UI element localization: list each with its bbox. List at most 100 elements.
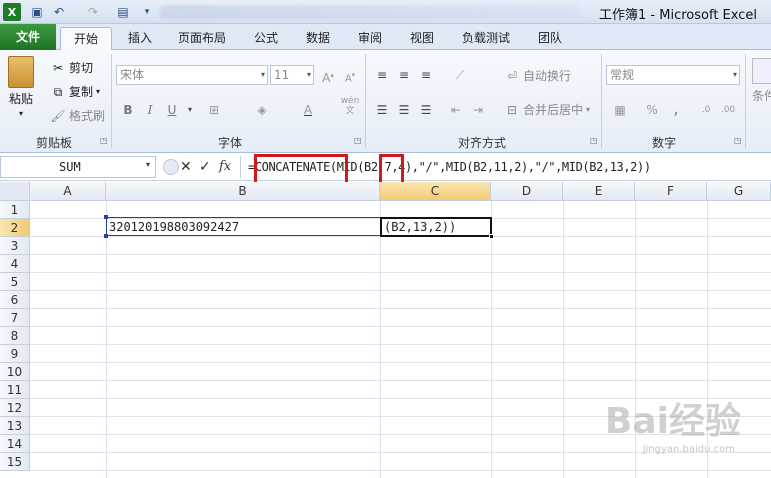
merge-center-button[interactable]: ⊟ 合并后居中 ▾ bbox=[504, 101, 590, 118]
font-name-combo[interactable]: 宋体 ▾ bbox=[116, 65, 268, 85]
tab-page-layout[interactable]: 页面布局 bbox=[166, 27, 238, 50]
undo-icon[interactable]: ↶ bbox=[50, 3, 68, 21]
decrease-decimal-icon[interactable]: .00 bbox=[718, 100, 738, 120]
phonetic-label: wén bbox=[340, 96, 360, 106]
select-all-corner[interactable] bbox=[0, 182, 30, 201]
row-header[interactable]: 15 bbox=[0, 453, 30, 471]
percent-button[interactable]: % bbox=[642, 100, 662, 120]
row-gridline bbox=[30, 272, 771, 273]
borders-icon[interactable]: ⊞ bbox=[204, 100, 224, 120]
underline-dropdown-icon[interactable]: ▾ bbox=[180, 100, 200, 120]
tab-view[interactable]: 视图 bbox=[398, 27, 446, 50]
column-header-f[interactable]: F bbox=[635, 182, 707, 201]
name-box[interactable]: SUM bbox=[0, 156, 156, 178]
formula-bar-resize-icon[interactable] bbox=[163, 159, 179, 175]
row-header[interactable]: 10 bbox=[0, 363, 30, 381]
fill-handle-icon[interactable] bbox=[489, 234, 494, 239]
increase-indent-icon[interactable]: ⇥ bbox=[468, 100, 488, 120]
align-bottom-icon[interactable]: ≡ bbox=[416, 65, 436, 85]
row-header[interactable]: 8 bbox=[0, 327, 30, 345]
conditional-format-label: 条件 bbox=[752, 89, 771, 103]
tab-team[interactable]: 团队 bbox=[526, 27, 574, 50]
clipboard-launcher-icon[interactable]: ◳ bbox=[100, 136, 108, 145]
column-header-e[interactable]: E bbox=[563, 182, 635, 201]
italic-button[interactable]: I bbox=[140, 100, 160, 120]
name-box-dropdown-icon[interactable]: ▾ bbox=[146, 160, 150, 169]
title-bar: X ▣ ↶ ↷ ▤ ▾ 工作簿1 - Microsoft Excel bbox=[0, 0, 771, 24]
cancel-icon[interactable]: ✕ bbox=[180, 159, 192, 175]
tab-load-test[interactable]: 负载测试 bbox=[450, 27, 522, 50]
ref-handle-icon bbox=[104, 215, 108, 219]
row-header[interactable]: 14 bbox=[0, 435, 30, 453]
print-preview-icon[interactable]: ▤ bbox=[114, 3, 132, 21]
row-header[interactable]: 1 bbox=[0, 201, 30, 219]
cell-b2[interactable]: 320120198803092427 bbox=[109, 218, 239, 236]
tab-data[interactable]: 数据 bbox=[294, 27, 342, 50]
row-gridline bbox=[30, 326, 771, 327]
align-center-icon[interactable]: ☰ bbox=[394, 100, 414, 120]
wrap-text-button[interactable]: ⏎ 自动换行 bbox=[504, 67, 571, 84]
row-header[interactable]: 12 bbox=[0, 399, 30, 417]
currency-icon[interactable]: ▦ bbox=[610, 100, 630, 120]
tab-home[interactable]: 开始 bbox=[60, 27, 112, 51]
paste-button[interactable]: 粘贴 ▾ bbox=[8, 56, 34, 118]
copy-button[interactable]: ⧉ 复制 ▾ bbox=[50, 83, 100, 100]
font-launcher-icon[interactable]: ◳ bbox=[354, 136, 362, 145]
formula-input[interactable]: =CONCATENATE(MID(B2,7,4),"/",MID(B2,11,2… bbox=[240, 156, 771, 178]
column-header-d[interactable]: D bbox=[491, 182, 563, 201]
format-painter-button[interactable]: 🖌 格式刷 bbox=[50, 107, 105, 124]
tab-formulas[interactable]: 公式 bbox=[242, 27, 290, 50]
column-header-g[interactable]: G bbox=[707, 182, 771, 201]
column-header-b[interactable]: B bbox=[106, 182, 380, 201]
row-header[interactable]: 7 bbox=[0, 309, 30, 327]
orientation-icon[interactable]: ⟋ bbox=[450, 65, 470, 85]
number-launcher-icon[interactable]: ◳ bbox=[734, 136, 742, 145]
row-header[interactable]: 4 bbox=[0, 255, 30, 273]
row-header[interactable]: 11 bbox=[0, 381, 30, 399]
paste-label: 粘贴 bbox=[8, 92, 33, 106]
column-header-c[interactable]: C bbox=[380, 182, 491, 201]
row-gridline bbox=[30, 344, 771, 345]
row-header[interactable]: 9 bbox=[0, 345, 30, 363]
grow-font-icon[interactable]: A▴ bbox=[318, 65, 338, 85]
watermark-logo: Bai经验 bbox=[605, 392, 741, 444]
brush-icon: 🖌 bbox=[50, 108, 66, 123]
cut-button[interactable]: ✂ 剪切 bbox=[50, 59, 93, 76]
font-color-icon[interactable]: A bbox=[298, 100, 318, 120]
align-right-icon[interactable]: ☰ bbox=[416, 100, 436, 120]
redo-icon[interactable]: ↷ bbox=[84, 3, 102, 21]
bold-button[interactable]: B bbox=[118, 100, 138, 120]
underline-button[interactable]: U bbox=[162, 100, 182, 120]
comma-button[interactable]: , bbox=[666, 100, 686, 120]
group-label-number: 数字 bbox=[651, 136, 676, 150]
decrease-indent-icon[interactable]: ⇤ bbox=[446, 100, 466, 120]
font-size-value: 11 bbox=[274, 68, 290, 82]
phonetic-icon[interactable]: wén 文 bbox=[340, 96, 360, 116]
row-header[interactable]: 13 bbox=[0, 417, 30, 435]
alignment-launcher-icon[interactable]: ◳ bbox=[590, 136, 598, 145]
tab-file[interactable]: 文件 bbox=[0, 24, 56, 50]
column-header-a[interactable]: A bbox=[30, 182, 106, 201]
font-size-combo[interactable]: 11 ▾ bbox=[270, 65, 314, 85]
wrap-text-label: 自动换行 bbox=[523, 69, 572, 83]
row-header[interactable]: 6 bbox=[0, 291, 30, 309]
insert-function-icon[interactable]: fx bbox=[219, 159, 231, 174]
align-middle-icon[interactable]: ≡ bbox=[394, 65, 414, 85]
shrink-font-icon[interactable]: A▾ bbox=[340, 65, 360, 85]
customize-qat-icon[interactable]: ▾ bbox=[138, 3, 156, 21]
cell-c2[interactable]: (B2,13,2)) bbox=[384, 218, 456, 236]
tab-insert[interactable]: 插入 bbox=[116, 27, 164, 50]
align-top-icon[interactable]: ≡ bbox=[372, 65, 392, 85]
align-left-icon[interactable]: ☰ bbox=[372, 100, 392, 120]
increase-decimal-icon[interactable]: .0 bbox=[696, 100, 716, 120]
row-header[interactable]: 2 bbox=[0, 219, 30, 237]
row-header[interactable]: 3 bbox=[0, 237, 30, 255]
number-format-combo[interactable]: 常规 ▾ bbox=[606, 65, 740, 85]
fill-color-icon[interactable]: ◈ bbox=[252, 100, 272, 120]
row-header[interactable]: 5 bbox=[0, 273, 30, 291]
tab-review[interactable]: 审阅 bbox=[346, 27, 394, 50]
save-icon[interactable]: ▣ bbox=[28, 3, 46, 21]
conditional-format-button[interactable]: 条件 bbox=[752, 58, 771, 104]
enter-icon[interactable]: ✓ bbox=[199, 159, 211, 175]
row-gridline bbox=[30, 362, 771, 363]
